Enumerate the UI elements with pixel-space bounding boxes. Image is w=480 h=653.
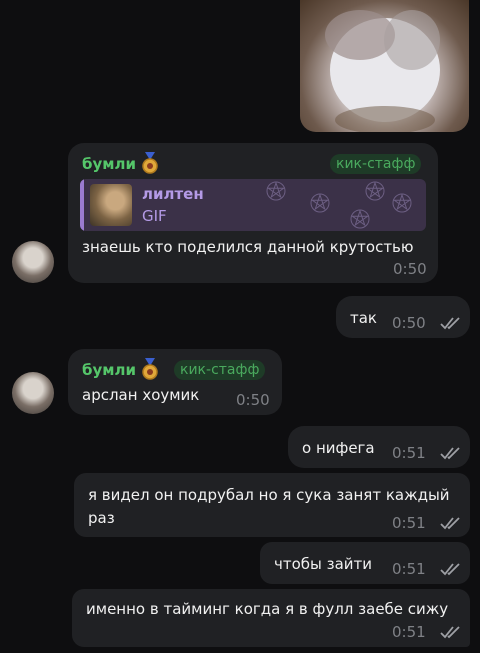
message-time: 0:51 <box>392 444 426 462</box>
message-time: 0:50 <box>236 391 270 409</box>
sender-name[interactable]: бумли <box>82 361 136 379</box>
message-text: именно в тайминг когда я в фулл заебе си… <box>86 600 449 618</box>
avatar[interactable] <box>12 372 54 414</box>
reply-media-type: GIF <box>142 207 167 225</box>
pentagram-pattern-icon <box>350 209 370 229</box>
admin-badge: кик-стафф <box>174 360 266 380</box>
message-text: о нифега <box>302 439 375 457</box>
avatar[interactable] <box>12 241 54 283</box>
medal-emoji-icon <box>142 358 158 380</box>
message-time: 0:51 <box>392 623 426 641</box>
admin-badge: кик-стафф <box>330 154 422 174</box>
read-checkmarks-icon <box>440 317 460 330</box>
reply-preview[interactable]: лилтен GIF <box>80 179 426 231</box>
reply-accent-bar <box>80 179 84 231</box>
pentagram-pattern-icon <box>266 181 286 201</box>
message-time: 0:50 <box>392 314 426 332</box>
message-text: так <box>350 309 377 327</box>
gif-preview-image[interactable] <box>300 0 469 132</box>
message-text-line-2: раз <box>88 509 115 527</box>
message-time: 0:51 <box>392 514 426 532</box>
message-text: арслан хоумик <box>82 386 200 404</box>
reply-sender-name: лилтен <box>142 185 204 203</box>
message-text: знаешь кто поделился данной крутостью <box>82 238 414 256</box>
medal-emoji-icon <box>142 152 158 174</box>
message-time: 0:51 <box>392 560 426 578</box>
message-time: 0:50 <box>393 260 427 278</box>
sender-name[interactable]: бумли <box>82 155 136 173</box>
message-text: чтобы зайти <box>274 555 373 573</box>
pentagram-pattern-icon <box>392 193 412 213</box>
pentagram-pattern-icon <box>310 193 330 213</box>
read-checkmarks-icon <box>440 447 460 460</box>
read-checkmarks-icon <box>440 517 460 530</box>
read-checkmarks-icon <box>440 626 460 639</box>
message-text-line-1: я видел он подрубал но я сука занят кажд… <box>88 486 450 504</box>
read-checkmarks-icon <box>440 563 460 576</box>
pentagram-pattern-icon <box>365 181 385 201</box>
reply-thumbnail <box>90 184 132 226</box>
